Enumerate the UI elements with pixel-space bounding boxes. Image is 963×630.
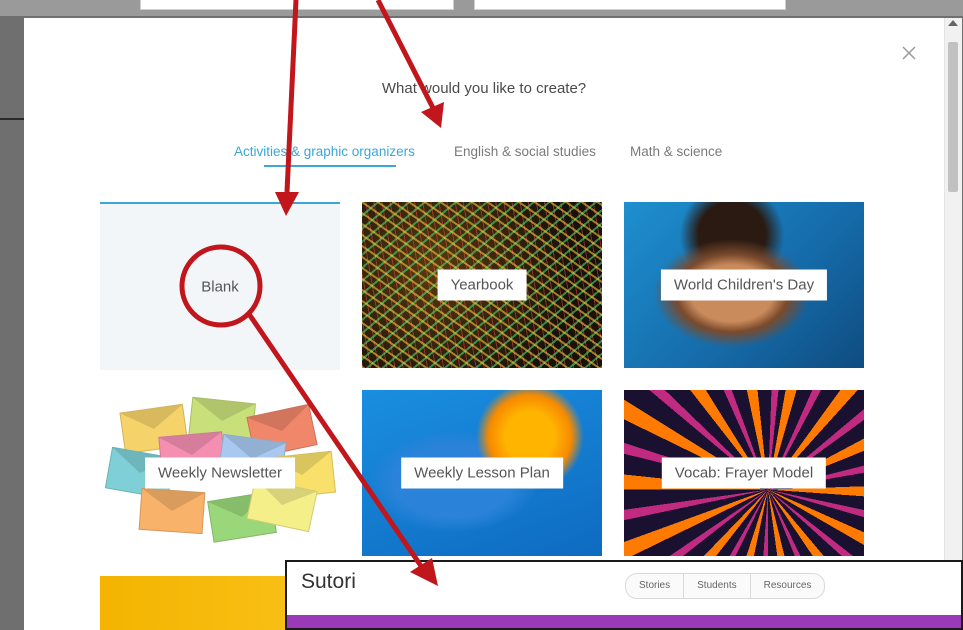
template-label: Blank [201, 278, 239, 296]
template-card-world-childrens-day[interactable]: World Children's Day [624, 202, 864, 368]
template-label: World Children's Day [660, 269, 828, 301]
template-label: Yearbook [437, 269, 527, 301]
sutori-logo[interactable]: Sutori [301, 570, 356, 594]
active-tab-indicator [264, 165, 396, 167]
modal-scrollbar[interactable] [944, 18, 962, 630]
envelope-image [138, 487, 206, 535]
sutori-inset-screenshot: Sutori Stories Students Resources [285, 560, 963, 630]
template-card-vocab-frayer-model[interactable]: Vocab: Frayer Model [624, 390, 864, 556]
tab-english-social-studies[interactable]: English & social studies [454, 144, 596, 159]
template-card-weekly-lesson-plan[interactable]: Weekly Lesson Plan [362, 390, 602, 556]
template-label: Weekly Lesson Plan [401, 457, 563, 489]
close-icon[interactable] [900, 44, 918, 62]
background-field [474, 0, 786, 10]
template-card-weekly-newsletter[interactable]: Weekly Newsletter [100, 390, 340, 556]
nav-stories[interactable]: Stories [626, 574, 685, 598]
tab-math-science[interactable]: Math & science [630, 144, 722, 159]
scroll-thumb[interactable] [948, 42, 958, 192]
template-label: Weekly Newsletter [145, 457, 295, 489]
sutori-nav: Stories Students Resources [625, 573, 826, 599]
tab-activities-graphic-organizers[interactable]: Activities & graphic organizers [234, 144, 415, 159]
template-card-blank[interactable]: Blank [100, 202, 340, 370]
scroll-up-arrow-icon[interactable] [948, 20, 958, 26]
sutori-purple-banner [287, 615, 961, 628]
template-card-yearbook[interactable]: Yearbook [362, 202, 602, 368]
background-field [140, 0, 454, 10]
nav-students[interactable]: Students [684, 574, 751, 598]
create-modal: What would you like to create? Activitie… [24, 18, 962, 630]
background-page [0, 0, 963, 16]
nav-resources[interactable]: Resources [751, 574, 825, 598]
modal-title: What would you like to create? [381, 80, 587, 97]
template-label: Vocab: Frayer Model [661, 457, 827, 489]
